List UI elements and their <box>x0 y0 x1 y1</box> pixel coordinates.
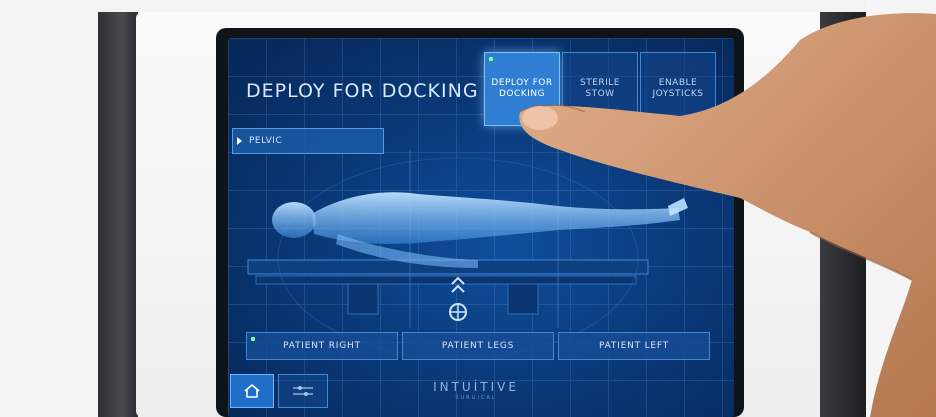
body-torso-legs <box>312 192 680 244</box>
device-frame-right <box>820 12 866 417</box>
deploy-for-docking-label: DEPLOY FOR DOCKING <box>491 78 553 99</box>
play-arrow-icon <box>237 137 242 145</box>
adjust-sliders-icon <box>293 386 313 396</box>
sterile-stow-label: STERILE STOW <box>579 78 620 99</box>
patient-right-button[interactable]: PATIENT RIGHT <box>246 332 398 360</box>
intuitive-logo-subtext: SURGICAL <box>455 395 497 401</box>
deploy-for-docking-button[interactable]: DEPLOY FOR DOCKING <box>484 52 560 126</box>
patient-right-label: PATIENT RIGHT <box>283 341 361 351</box>
enable-joysticks-label: ENABLE JOYSTICKS <box>652 78 704 99</box>
intuitive-logo: INTUİTIVE <box>433 380 519 394</box>
device-frame-left <box>98 12 138 417</box>
home-icon <box>244 383 260 398</box>
procedure-selector-pelvic[interactable]: PELVIC <box>232 128 384 154</box>
touchscreen: DEPLOY FOR DOCKING DEPLOY FOR DOCKING ST… <box>228 38 734 417</box>
adjust-button[interactable] <box>278 374 328 408</box>
sterile-stow-button[interactable]: STERILE STOW <box>562 52 638 126</box>
body-head <box>272 202 316 238</box>
active-indicator <box>251 337 255 341</box>
patient-legs-label: PATIENT LEGS <box>441 341 515 351</box>
patient-legs-button[interactable]: PATIENT LEGS <box>402 332 554 360</box>
home-button[interactable] <box>230 374 274 408</box>
page-title: DEPLOY FOR DOCKING <box>246 80 479 102</box>
background-wall-left <box>0 0 98 417</box>
patient-left-label: PATIENT LEFT <box>598 341 670 351</box>
active-indicator <box>489 57 493 61</box>
background-wall-right <box>866 0 936 417</box>
patient-left-button[interactable]: PATIENT LEFT <box>558 332 710 360</box>
procedure-label: PELVIC <box>249 136 283 146</box>
enable-joysticks-button[interactable]: ENABLE JOYSTICKS <box>640 52 716 126</box>
